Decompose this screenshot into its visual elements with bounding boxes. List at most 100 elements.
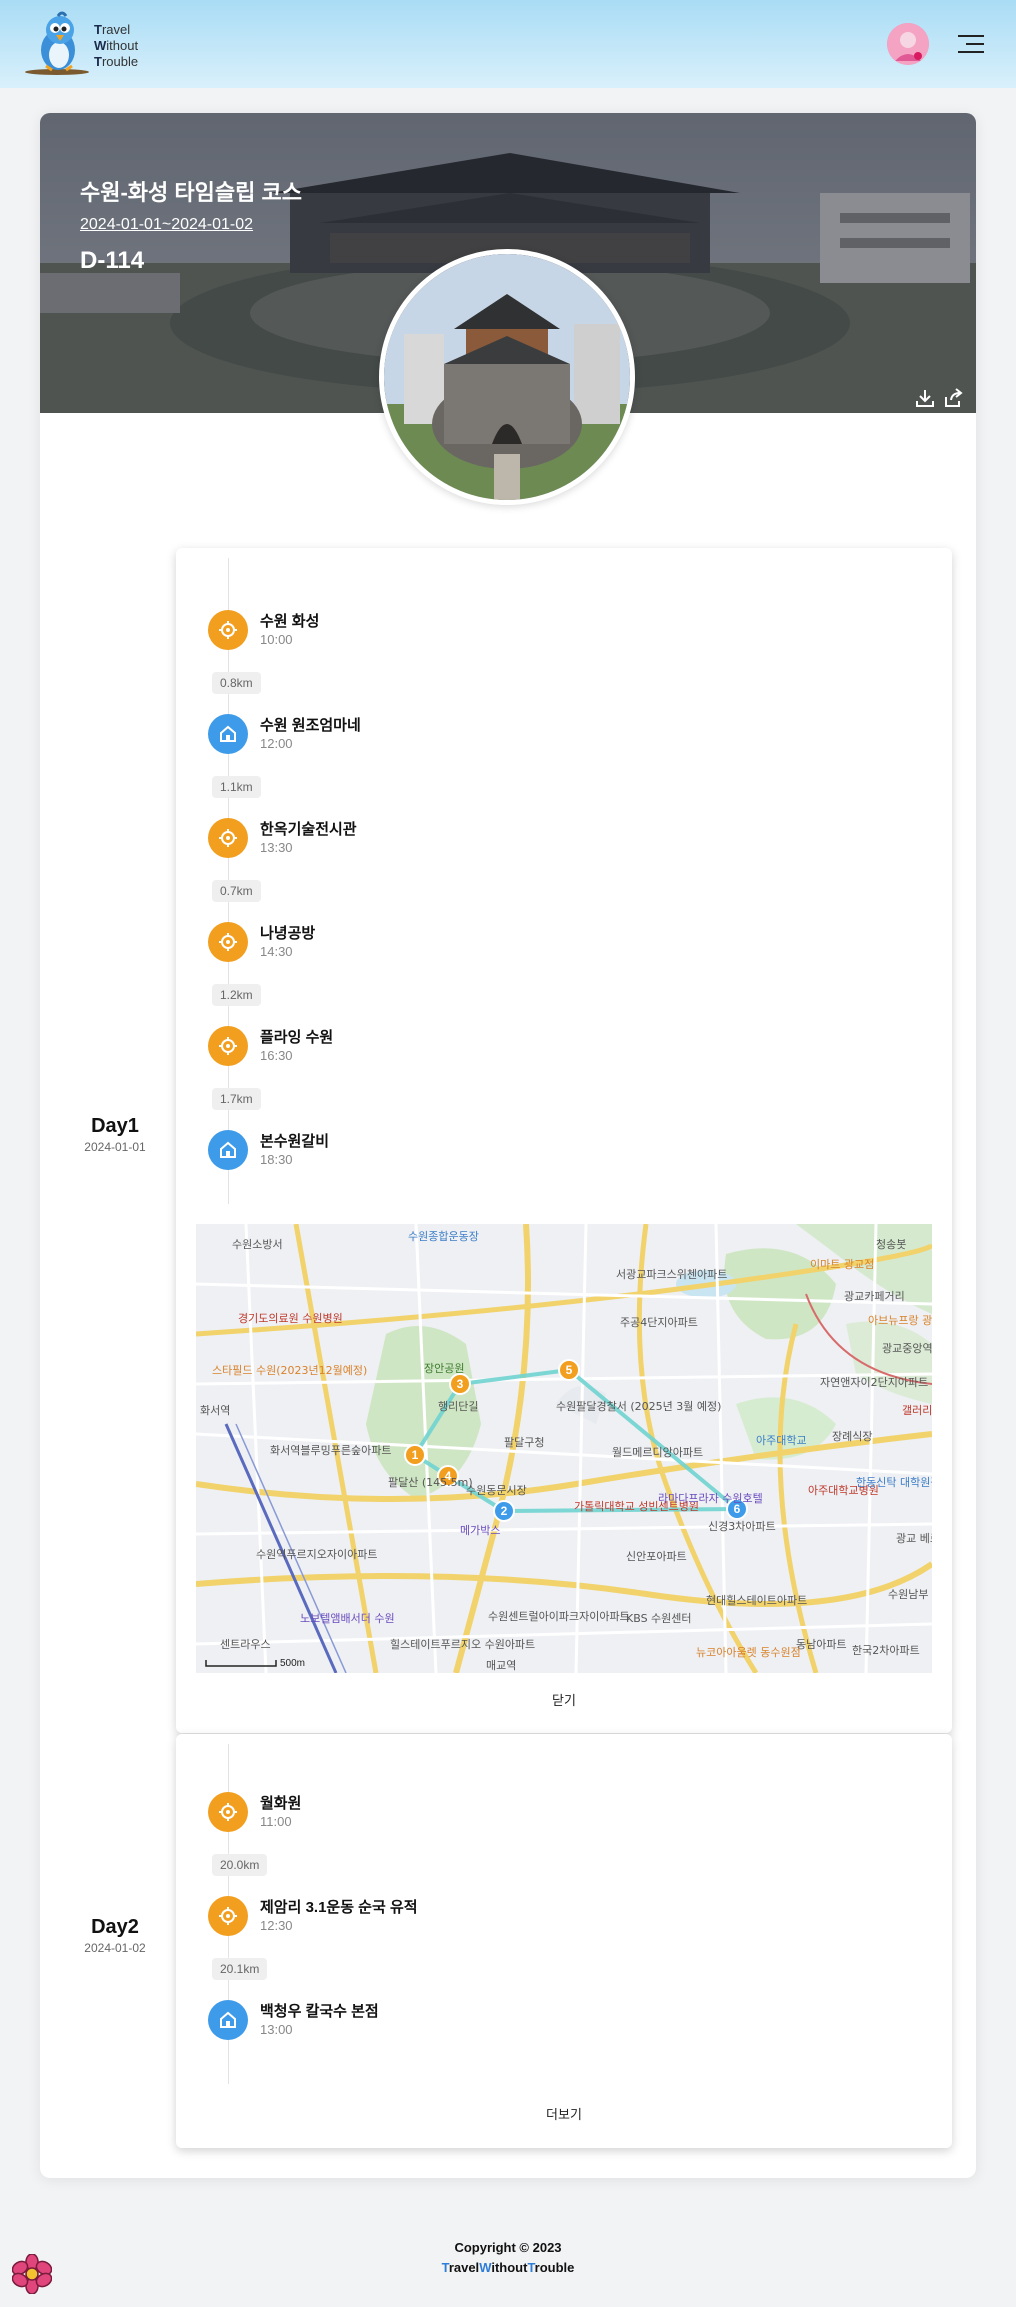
map-place-label: 수원소방서 — [232, 1238, 283, 1251]
map-place-label: 갤러리아 광교 — [902, 1404, 932, 1417]
distance-badge: 0.7km — [212, 880, 261, 902]
map-place-label: 한동신탁 대학원광교 — [856, 1476, 932, 1489]
stop-time: 12:30 — [260, 1918, 293, 1933]
attraction-icon — [208, 1026, 248, 1066]
show-more-button[interactable]: 더보기 — [176, 2104, 952, 2123]
distance-badge: 0.8km — [212, 672, 261, 694]
day-date: 2024-01-01 — [84, 1140, 146, 1154]
share-icon[interactable] — [942, 387, 964, 409]
route-map[interactable]: 1 2 3 4 5 6 수원소방서 수원종합운동장 서광교파크스위첸아파트 경기… — [196, 1224, 932, 1673]
map-place-label: 팔달구청 — [504, 1436, 544, 1449]
map-place-label: 수원종합운동장 — [408, 1230, 479, 1243]
map-place-label: 신안포아파트 — [626, 1550, 687, 1563]
svg-text:5: 5 — [566, 1363, 573, 1377]
map-place-label: 아브뉴프랑 광교 — [868, 1314, 932, 1327]
download-icon[interactable] — [914, 387, 936, 409]
map-place-label: 노보텔앰배서더 수원 — [300, 1612, 395, 1625]
map-place-label: 현대힐스테이트아파트 — [706, 1594, 807, 1607]
map-place-label: 화서역블루밍푸른숲아파트 — [270, 1444, 391, 1457]
stop-time: 11:00 — [260, 1814, 292, 1829]
stop-name: 플라잉 수원 — [260, 1029, 334, 1046]
map-place-label: 수원남부 경찰서 — [888, 1588, 932, 1601]
map-place-label: 힐스테이트푸르지오 수원아파트 — [390, 1638, 535, 1651]
distance-badge: 20.0km — [212, 1854, 268, 1876]
attraction-icon — [208, 1792, 248, 1832]
trip-detail-card: 수원-화성 타임슬립 코스 2024-01-01~2024-01-02 D-11… — [40, 113, 976, 2178]
map-place-label: 매교역 — [486, 1659, 516, 1672]
stop-name: 나녕공방 — [260, 925, 316, 942]
day2-itinerary-panel: 월화원 11:00 20.0km 제암리 3.1운동 순국 유적 12:30 2… — [176, 1734, 952, 2148]
map-place-label: 메가박스 — [460, 1524, 500, 1537]
map-marker[interactable]: 1 — [404, 1444, 426, 1466]
map-place-label: 경기도의료원 수원병원 — [238, 1312, 343, 1325]
day1-label: Day1 2024-01-01 — [40, 1115, 190, 1154]
map-place-label: 주공4단지아파트 — [620, 1316, 698, 1329]
stop-time: 10:00 — [260, 632, 293, 647]
map-place-label: 자연앤자이2단지아파트 — [820, 1376, 928, 1389]
map-place-label: 청송봇 — [876, 1238, 906, 1251]
day1-itinerary-panel: 수원 화성 10:00 0.8km 수원 원조엄마네 12:00 1.1km 한… — [176, 548, 952, 1733]
map-place-label: 화서역 — [200, 1404, 230, 1417]
stop-time: 12:00 — [260, 736, 293, 751]
map-place-label: 아주대학교 — [756, 1434, 807, 1447]
map-marker[interactable]: 5 — [558, 1359, 580, 1381]
restaurant-icon — [208, 2000, 248, 2040]
map-place-label: 팔달산 (145.5m) — [388, 1476, 473, 1489]
svg-text:1: 1 — [412, 1448, 419, 1462]
footer-brand: TravelWithoutTrouble — [441, 2260, 575, 2275]
stop-name: 본수원갈비 — [260, 1133, 330, 1150]
avatar-icon — [887, 23, 929, 65]
attraction-icon — [208, 818, 248, 858]
map-place-label: 수원역푸르지오자이아파트 — [256, 1548, 377, 1561]
trip-cover-photo — [379, 249, 635, 505]
map-place-label: 장안공원 — [424, 1362, 464, 1375]
map-place-label: 센트라우스 — [220, 1638, 271, 1651]
user-avatar[interactable] — [887, 23, 929, 65]
trip-title: 수원-화성 타임슬립 코스 — [80, 180, 302, 205]
svg-text:2: 2 — [501, 1504, 508, 1518]
map-place-label: 수원동문시장 — [466, 1484, 527, 1497]
close-map-button[interactable]: 닫기 — [176, 1690, 952, 1709]
stop-time: 18:30 — [260, 1152, 293, 1167]
map-place-label: 뉴코아아울렛 동수원점 — [696, 1646, 801, 1659]
map-marker[interactable]: 3 — [449, 1373, 471, 1395]
map-place-label: 장례식장 — [832, 1430, 872, 1443]
map-place-label: 광교카페거리 — [844, 1290, 905, 1303]
distance-badge: 1.7km — [212, 1088, 261, 1110]
map-place-label: 스타필드 수원(2023년12월예정) — [212, 1364, 367, 1377]
hamburger-menu-icon[interactable] — [958, 33, 986, 55]
map-place-label: 행리단길 — [438, 1400, 478, 1413]
trip-dates[interactable]: 2024-01-01~2024-01-02 — [80, 216, 253, 234]
map-place-label: 동남아파트 — [796, 1638, 847, 1651]
attraction-icon — [208, 610, 248, 650]
map-place-label: 신경3차아파트 — [708, 1520, 776, 1533]
site-header: Travel Without Trouble — [0, 0, 1016, 88]
stop-name: 월화원 — [260, 1795, 302, 1812]
map-place-label: 월드메르디앙아파트 — [612, 1446, 703, 1459]
stop-name: 수원 원조엄마네 — [260, 717, 361, 734]
site-footer: Copyright © 2023 TravelWithoutTrouble — [0, 2238, 1016, 2278]
map-marker[interactable]: 2 — [493, 1500, 515, 1522]
stop-time: 16:30 — [260, 1048, 293, 1063]
site-logo[interactable]: Travel Without Trouble — [22, 10, 152, 78]
map-place-label: KBS 수원센터 — [626, 1612, 692, 1625]
copyright-text: Copyright © 2023 — [454, 2240, 562, 2255]
map-place-label: 한국2차아파트 — [852, 1644, 920, 1657]
attraction-icon — [208, 1896, 248, 1936]
day-title: Day1 — [91, 1115, 139, 1137]
map-place-label: 광교중앙역 — [882, 1342, 932, 1355]
stop-name: 제암리 3.1운동 순국 유적 — [260, 1899, 418, 1916]
stop-time: 13:30 — [260, 840, 293, 855]
map-canvas: 1 2 3 4 5 6 수원소방서 수원종합운동장 서광교파크스위첸아파트 경기… — [196, 1224, 932, 1673]
gate-photo-image — [384, 254, 630, 500]
restaurant-icon — [208, 714, 248, 754]
attraction-icon — [208, 922, 248, 962]
stop-time: 13:00 — [260, 2022, 293, 2037]
logo-wordmark: Travel Without Trouble — [94, 22, 139, 69]
stop-name: 수원 화성 — [260, 613, 320, 630]
distance-badge: 1.2km — [212, 984, 261, 1006]
map-place-label: 서광교파크스위첸아파트 — [616, 1268, 727, 1281]
flower-icon[interactable] — [11, 2253, 53, 2295]
map-scale-label: 500m — [280, 1658, 305, 1669]
day-title: Day2 — [91, 1916, 139, 1938]
